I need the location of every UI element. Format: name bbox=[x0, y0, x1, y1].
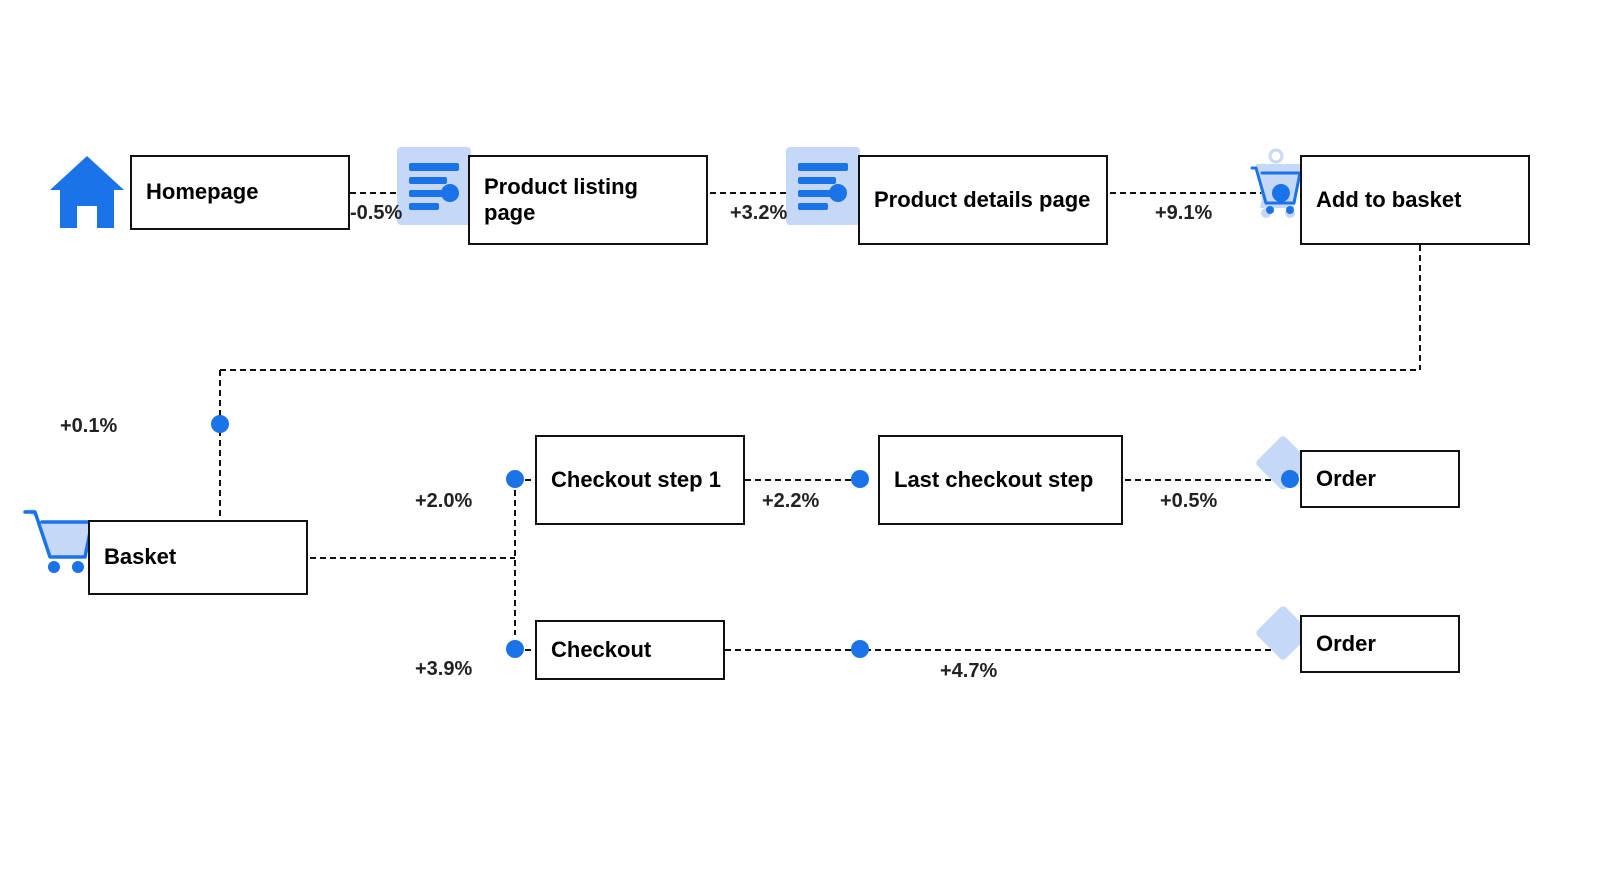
checkout-node: Checkout bbox=[535, 620, 725, 680]
dot-lcs bbox=[851, 470, 869, 488]
cs1-node: Checkout step 1 bbox=[535, 435, 745, 525]
edge-basket-upleft: +0.1% bbox=[60, 415, 117, 438]
atb-label: Add to basket bbox=[1316, 187, 1461, 213]
edge-basket-checkout: +3.9% bbox=[415, 658, 472, 681]
order1-label: Order bbox=[1316, 466, 1376, 492]
plp-icon bbox=[395, 145, 473, 232]
order2-node: Order bbox=[1300, 615, 1460, 673]
dot-plp-pdp bbox=[829, 184, 847, 202]
edge-plp-pdp: +3.2% bbox=[730, 202, 787, 225]
pdp-node: Product details page bbox=[858, 155, 1108, 245]
basket-node: Basket bbox=[88, 520, 308, 595]
lcs-label: Last checkout step bbox=[894, 467, 1093, 493]
homepage-icon bbox=[42, 148, 132, 243]
pdp-icon bbox=[784, 145, 862, 232]
dot-checkout bbox=[506, 640, 524, 658]
dot-pdp-atb bbox=[1272, 184, 1290, 202]
dot-order1 bbox=[1281, 470, 1299, 488]
plp-label: Product listing page bbox=[484, 174, 692, 227]
dot-order2 bbox=[851, 640, 869, 658]
checkout-label: Checkout bbox=[551, 637, 651, 663]
dot-home-plp bbox=[441, 184, 459, 202]
edge-cs1-lcs: +2.2% bbox=[762, 490, 819, 513]
cs1-label: Checkout step 1 bbox=[551, 467, 721, 493]
order1-node: Order bbox=[1300, 450, 1460, 508]
plp-node: Product listing page bbox=[468, 155, 708, 245]
homepage-node: Homepage bbox=[130, 155, 350, 230]
edge-basket-cs1: +2.0% bbox=[415, 490, 472, 513]
homepage-label: Homepage bbox=[146, 179, 258, 205]
flow-diagram: Homepage -0.5% Product listing page +3.2… bbox=[0, 0, 1601, 874]
edge-home-plp: -0.5% bbox=[350, 202, 402, 225]
edge-checkout-order2: +4.7% bbox=[940, 660, 997, 683]
atb-node: Add to basket bbox=[1300, 155, 1530, 245]
basket-label: Basket bbox=[104, 544, 176, 570]
lcs-node: Last checkout step bbox=[878, 435, 1123, 525]
pdp-label: Product details page bbox=[874, 187, 1090, 213]
dot-cs1 bbox=[506, 470, 524, 488]
edge-lcs-order1: +0.5% bbox=[1160, 490, 1217, 513]
order2-label: Order bbox=[1316, 631, 1376, 657]
edge-pdp-atb: +9.1% bbox=[1155, 202, 1212, 225]
connector-lines bbox=[0, 0, 1601, 874]
dot-left-vertical bbox=[211, 415, 229, 433]
